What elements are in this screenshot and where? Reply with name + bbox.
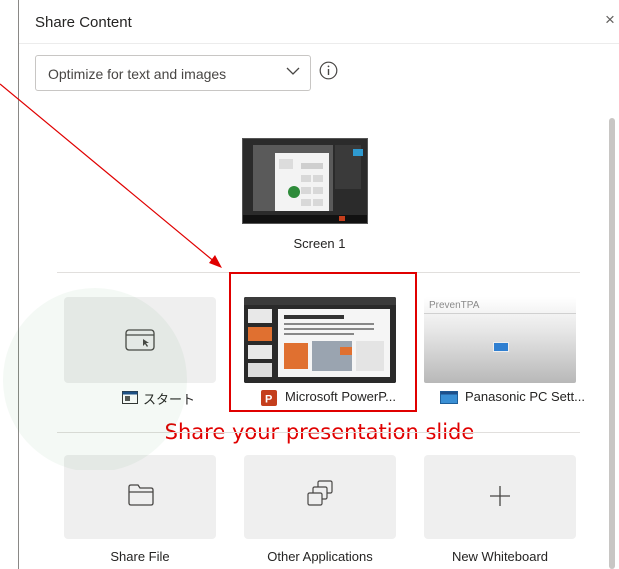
app-window-icon	[122, 391, 138, 404]
window-tile-panasonic[interactable]: PrevenTPA	[424, 297, 576, 383]
window-tile-start[interactable]	[64, 297, 216, 383]
dialog-title: Share Content	[35, 14, 132, 31]
highlight-box	[229, 272, 417, 412]
scrollbar[interactable]	[609, 118, 615, 569]
chevron-down-icon	[286, 67, 300, 75]
new-whiteboard-label: New Whiteboard	[451, 549, 549, 564]
window-icon	[125, 329, 155, 351]
panasonic-thumb-title: PrevenTPA	[429, 300, 480, 311]
screen-1-thumbnail[interactable]	[242, 138, 368, 224]
share-file-label: Share File	[110, 549, 170, 564]
share-file-button[interactable]	[64, 455, 216, 539]
other-applications-label: Other Applications	[267, 549, 373, 564]
panasonic-thumb-icon	[493, 342, 509, 352]
window-label-start: スタート	[143, 392, 196, 407]
optimize-dropdown-value: Optimize for text and images	[48, 66, 227, 82]
share-content-dialog: Share Content × Optimize for text and im…	[18, 0, 619, 569]
new-whiteboard-button[interactable]	[424, 455, 576, 539]
folder-icon	[128, 484, 154, 506]
screen-preview-image	[243, 139, 367, 223]
info-icon[interactable]	[319, 61, 338, 80]
header-divider	[19, 43, 619, 44]
close-icon[interactable]: ×	[605, 10, 615, 30]
stacked-windows-icon	[307, 480, 333, 506]
section-divider	[57, 432, 580, 433]
window-label-panasonic: Panasonic PC Sett...	[465, 389, 585, 404]
app-window-icon	[440, 391, 458, 404]
plus-icon	[490, 486, 510, 506]
screen-1-label: Screen 1	[293, 236, 346, 251]
other-applications-button[interactable]	[244, 455, 396, 539]
optimize-dropdown[interactable]: Optimize for text and images	[35, 55, 311, 91]
